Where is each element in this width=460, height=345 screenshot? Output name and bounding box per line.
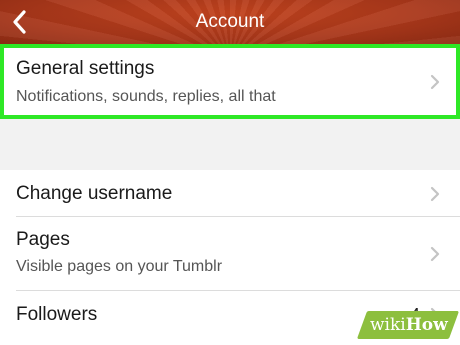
change-username-row[interactable]: Change username <box>0 170 460 217</box>
watermark-wiki: wiki <box>370 315 406 335</box>
pages-label: Pages <box>16 229 70 250</box>
general-settings-description: Notifications, sounds, replies, all that <box>16 88 276 105</box>
settings-group-general: General settings Notifications, sounds, … <box>0 44 460 119</box>
pages-description: Visible pages on your Tumblr <box>16 258 223 275</box>
chevron-right-icon <box>430 186 440 202</box>
followers-label: Followers <box>16 304 98 325</box>
wikihow-watermark: wikiHow <box>356 311 460 339</box>
chevron-right-icon <box>430 246 440 262</box>
general-settings-row[interactable]: General settings Notifications, sounds, … <box>0 44 460 119</box>
general-settings-label: General settings <box>16 58 155 79</box>
page-title: Account <box>195 11 265 32</box>
change-username-label: Change username <box>16 183 173 204</box>
pages-row[interactable]: Pages Visible pages on your Tumblr <box>0 217 460 291</box>
app-header: Account <box>0 0 460 44</box>
watermark-how: How <box>405 315 448 335</box>
watermark-text: wikiHow <box>370 314 448 336</box>
chevron-right-icon <box>430 74 440 90</box>
